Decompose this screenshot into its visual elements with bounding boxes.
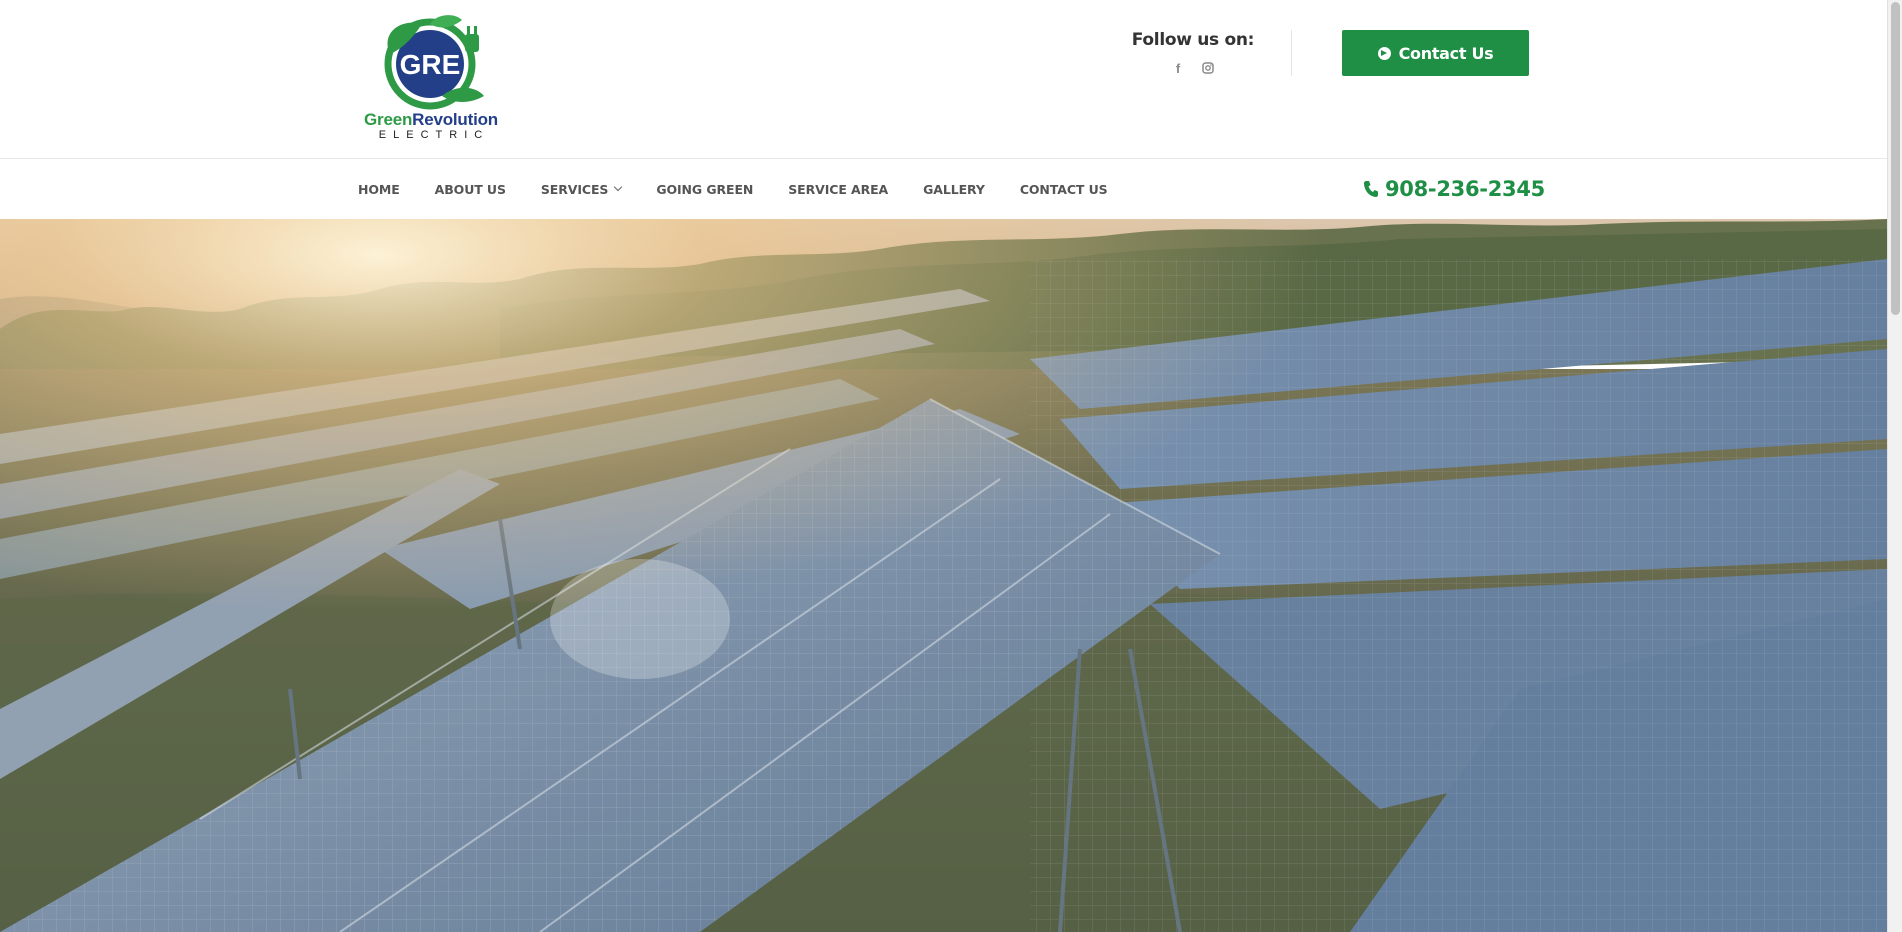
nav-item-label: GALLERY: [923, 181, 985, 197]
nav-item-home[interactable]: HOME: [358, 182, 400, 197]
logo-name-blue: Revolution: [412, 110, 498, 129]
scrollbar-thumb[interactable]: [1891, 2, 1900, 315]
nav-item-gallery[interactable]: GALLERY: [923, 182, 985, 197]
site-header: GRE GreenRevolution ELECTRIC Follow us o…: [0, 0, 1887, 158]
social-links: f: [1128, 62, 1258, 76]
solar-panels-image: [0, 219, 1887, 932]
main-navigation: HOME ABOUT US SERVICES GOING GREEN SERVI…: [0, 158, 1887, 219]
site-logo[interactable]: GRE GreenRevolution ELECTRIC: [362, 12, 500, 142]
social-follow: Follow us on: f: [1128, 30, 1258, 76]
nav-item-label: SERVICES: [540, 181, 609, 197]
arrow-circle-right-icon: [1377, 46, 1391, 60]
logo-monogram: GRE: [400, 49, 461, 80]
header-divider: [1291, 30, 1292, 76]
nav-item-service-area[interactable]: SERVICE AREA: [788, 182, 888, 197]
phone-link[interactable]: 908-236-2345: [1363, 175, 1545, 203]
chevron-down-icon: [614, 182, 623, 192]
nav-item-contact-us[interactable]: CONTACT US: [1020, 182, 1108, 197]
page: GRE GreenRevolution ELECTRIC Follow us o…: [0, 0, 1887, 932]
facebook-icon[interactable]: f: [1172, 62, 1184, 76]
nav-item-label: SERVICE AREA: [788, 181, 889, 197]
nav-item-label: GOING GREEN: [656, 181, 754, 197]
logo-emblem-icon: GRE: [384, 15, 484, 110]
page-scrollbar[interactable]: [1887, 0, 1902, 932]
nav-item-label: ABOUT US: [434, 181, 506, 197]
nav-item-label: HOME: [358, 181, 400, 197]
nav-item-about-us[interactable]: ABOUT US: [435, 182, 506, 197]
instagram-icon[interactable]: [1202, 62, 1214, 76]
follow-label: Follow us on:: [1131, 30, 1255, 50]
nav-item-label: CONTACT US: [1019, 181, 1108, 197]
hero-image: [0, 219, 1887, 932]
contact-us-button-label: Contact Us: [1398, 43, 1494, 63]
nav-item-services[interactable]: SERVICES: [540, 181, 623, 197]
logo-name-green: Green: [364, 110, 413, 129]
phone-icon: [1364, 181, 1378, 197]
logo-subtitle: ELECTRIC: [378, 129, 490, 141]
phone-number: 908-236-2345: [1385, 177, 1545, 201]
nav-menu: HOME ABOUT US SERVICES GOING GREEN SERVI…: [358, 159, 1143, 219]
contact-us-button[interactable]: Contact Us: [1342, 30, 1529, 76]
logo-wordmark: GreenRevolution: [362, 110, 500, 130]
nav-item-going-green[interactable]: GOING GREEN: [656, 182, 753, 197]
